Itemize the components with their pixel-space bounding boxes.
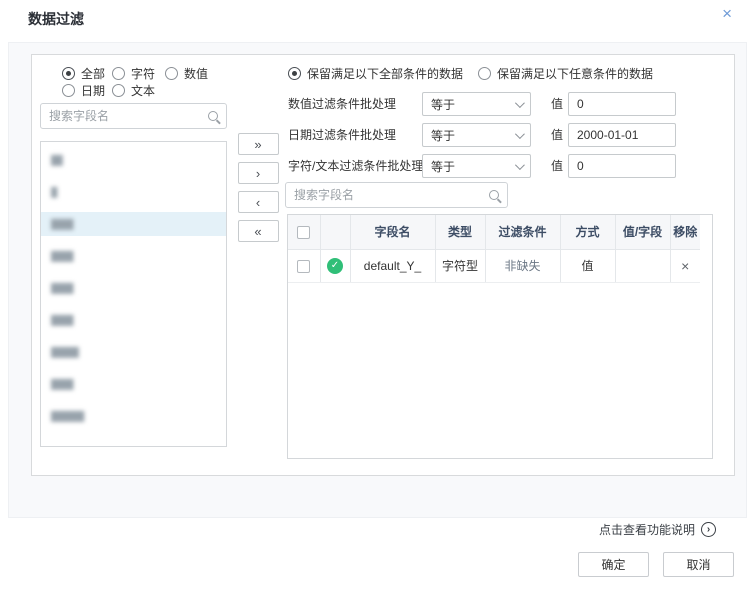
radio-icon — [478, 67, 491, 80]
mode-column-header: 方式 — [560, 215, 615, 249]
dialog-body-panel: 全部 字符 数值 日期 文本 — [8, 42, 747, 518]
help-link[interactable]: 点击查看功能说明 › — [599, 521, 716, 538]
ok-button[interactable]: 确定 — [578, 552, 649, 577]
char-operator-select[interactable]: 等于 — [422, 154, 531, 178]
type-filter-text[interactable]: 文本 — [112, 82, 155, 99]
radio-icon — [288, 67, 301, 80]
field-list-item[interactable]: ████ — [41, 244, 226, 268]
date-operator-select[interactable]: 等于 — [422, 123, 531, 147]
chevron-down-icon — [515, 160, 525, 170]
field-list-item[interactable]: █ — [41, 180, 226, 204]
numeric-value-label: 值 — [551, 92, 563, 116]
type-filter-date[interactable]: 日期 — [62, 82, 105, 99]
numeric-operator-select[interactable]: 等于 — [422, 92, 531, 116]
close-icon[interactable]: × — [722, 5, 732, 22]
condition-search-input[interactable] — [294, 188, 489, 202]
cell-value-field[interactable] — [615, 249, 670, 282]
cell-type: 字符型 — [435, 249, 485, 282]
char-batch-label: 字符/文本过滤条件批处理 — [288, 154, 423, 178]
select-all-checkbox[interactable] — [297, 226, 310, 239]
cell-mode[interactable]: 值 — [560, 249, 615, 282]
check-circle-icon: ✓ — [327, 258, 343, 274]
value-column-header: 值/字段 — [615, 215, 670, 249]
field-list-item-selected[interactable]: ████ — [41, 212, 226, 236]
numeric-value-input[interactable] — [568, 92, 676, 116]
date-batch-label: 日期过滤条件批处理 — [288, 123, 396, 147]
condition-column-header: 过滤条件 — [485, 215, 560, 249]
help-arrow-icon: › — [701, 522, 716, 537]
field-list-item[interactable]: ████ — [41, 276, 226, 300]
type-filter-char[interactable]: 字符 — [112, 65, 155, 82]
conditions-table: 字段名 类型 过滤条件 方式 值/字段 移除 ✓ default_Y_ — [287, 214, 713, 459]
data-filter-dialog: 数据过滤 × 全部 字符 数值 日期 文本 — [0, 0, 750, 593]
chevron-down-icon — [515, 129, 525, 139]
move-all-left-button[interactable]: « — [238, 220, 279, 242]
radio-icon — [165, 67, 178, 80]
remove-column-header: 移除 — [670, 215, 700, 249]
mode-any-condition-radio[interactable]: 保留满足以下任意条件的数据 — [478, 65, 653, 82]
mode-all-conditions-radio[interactable]: 保留满足以下全部条件的数据 — [288, 65, 463, 82]
field-list-item[interactable]: ██ — [41, 148, 226, 172]
condition-search-box — [285, 182, 508, 208]
date-value-input[interactable] — [568, 123, 676, 147]
numeric-batch-label: 数值过滤条件批处理 — [288, 92, 396, 116]
field-list-item[interactable]: █████ — [41, 340, 226, 364]
radio-icon — [62, 84, 75, 97]
search-icon — [489, 190, 499, 200]
char-value-input[interactable] — [568, 154, 676, 178]
table-header-row: 字段名 类型 过滤条件 方式 值/字段 移除 — [288, 215, 700, 249]
field-search-input[interactable] — [49, 109, 208, 123]
radio-icon — [62, 67, 75, 80]
type-filter-all[interactable]: 全部 — [62, 65, 105, 82]
filter-content-box: 全部 字符 数值 日期 文本 — [31, 54, 735, 476]
type-column-header: 类型 — [435, 215, 485, 249]
field-list: ██ █ ████ ████ ████ ████ █████ ████ ████… — [40, 141, 227, 447]
cell-field-name: default_Y_ — [350, 249, 435, 282]
cancel-button[interactable]: 取消 — [663, 552, 734, 577]
date-value-label: 值 — [551, 123, 563, 147]
remove-row-icon[interactable]: × — [681, 258, 689, 274]
search-icon — [208, 111, 218, 121]
move-all-right-button[interactable]: » — [238, 133, 279, 155]
field-list-item[interactable]: ██████ — [41, 404, 226, 428]
field-list-item[interactable]: ████ — [41, 372, 226, 396]
radio-icon — [112, 84, 125, 97]
char-value-label: 值 — [551, 154, 563, 178]
status-column-header — [320, 215, 350, 249]
type-filter-numeric[interactable]: 数值 — [165, 65, 208, 82]
move-right-button[interactable]: › — [238, 162, 279, 184]
radio-icon — [112, 67, 125, 80]
field-column-header: 字段名 — [350, 215, 435, 249]
chevron-down-icon — [515, 98, 525, 108]
row-checkbox[interactable] — [297, 260, 310, 273]
cell-condition[interactable]: 非缺失 — [485, 249, 560, 282]
page-title: 数据过滤 — [28, 9, 84, 29]
move-left-button[interactable]: ‹ — [238, 191, 279, 213]
table-row: ✓ default_Y_ 字符型 非缺失 值 × — [288, 249, 700, 282]
field-list-item[interactable]: ████ — [41, 308, 226, 332]
field-search-box — [40, 103, 227, 129]
